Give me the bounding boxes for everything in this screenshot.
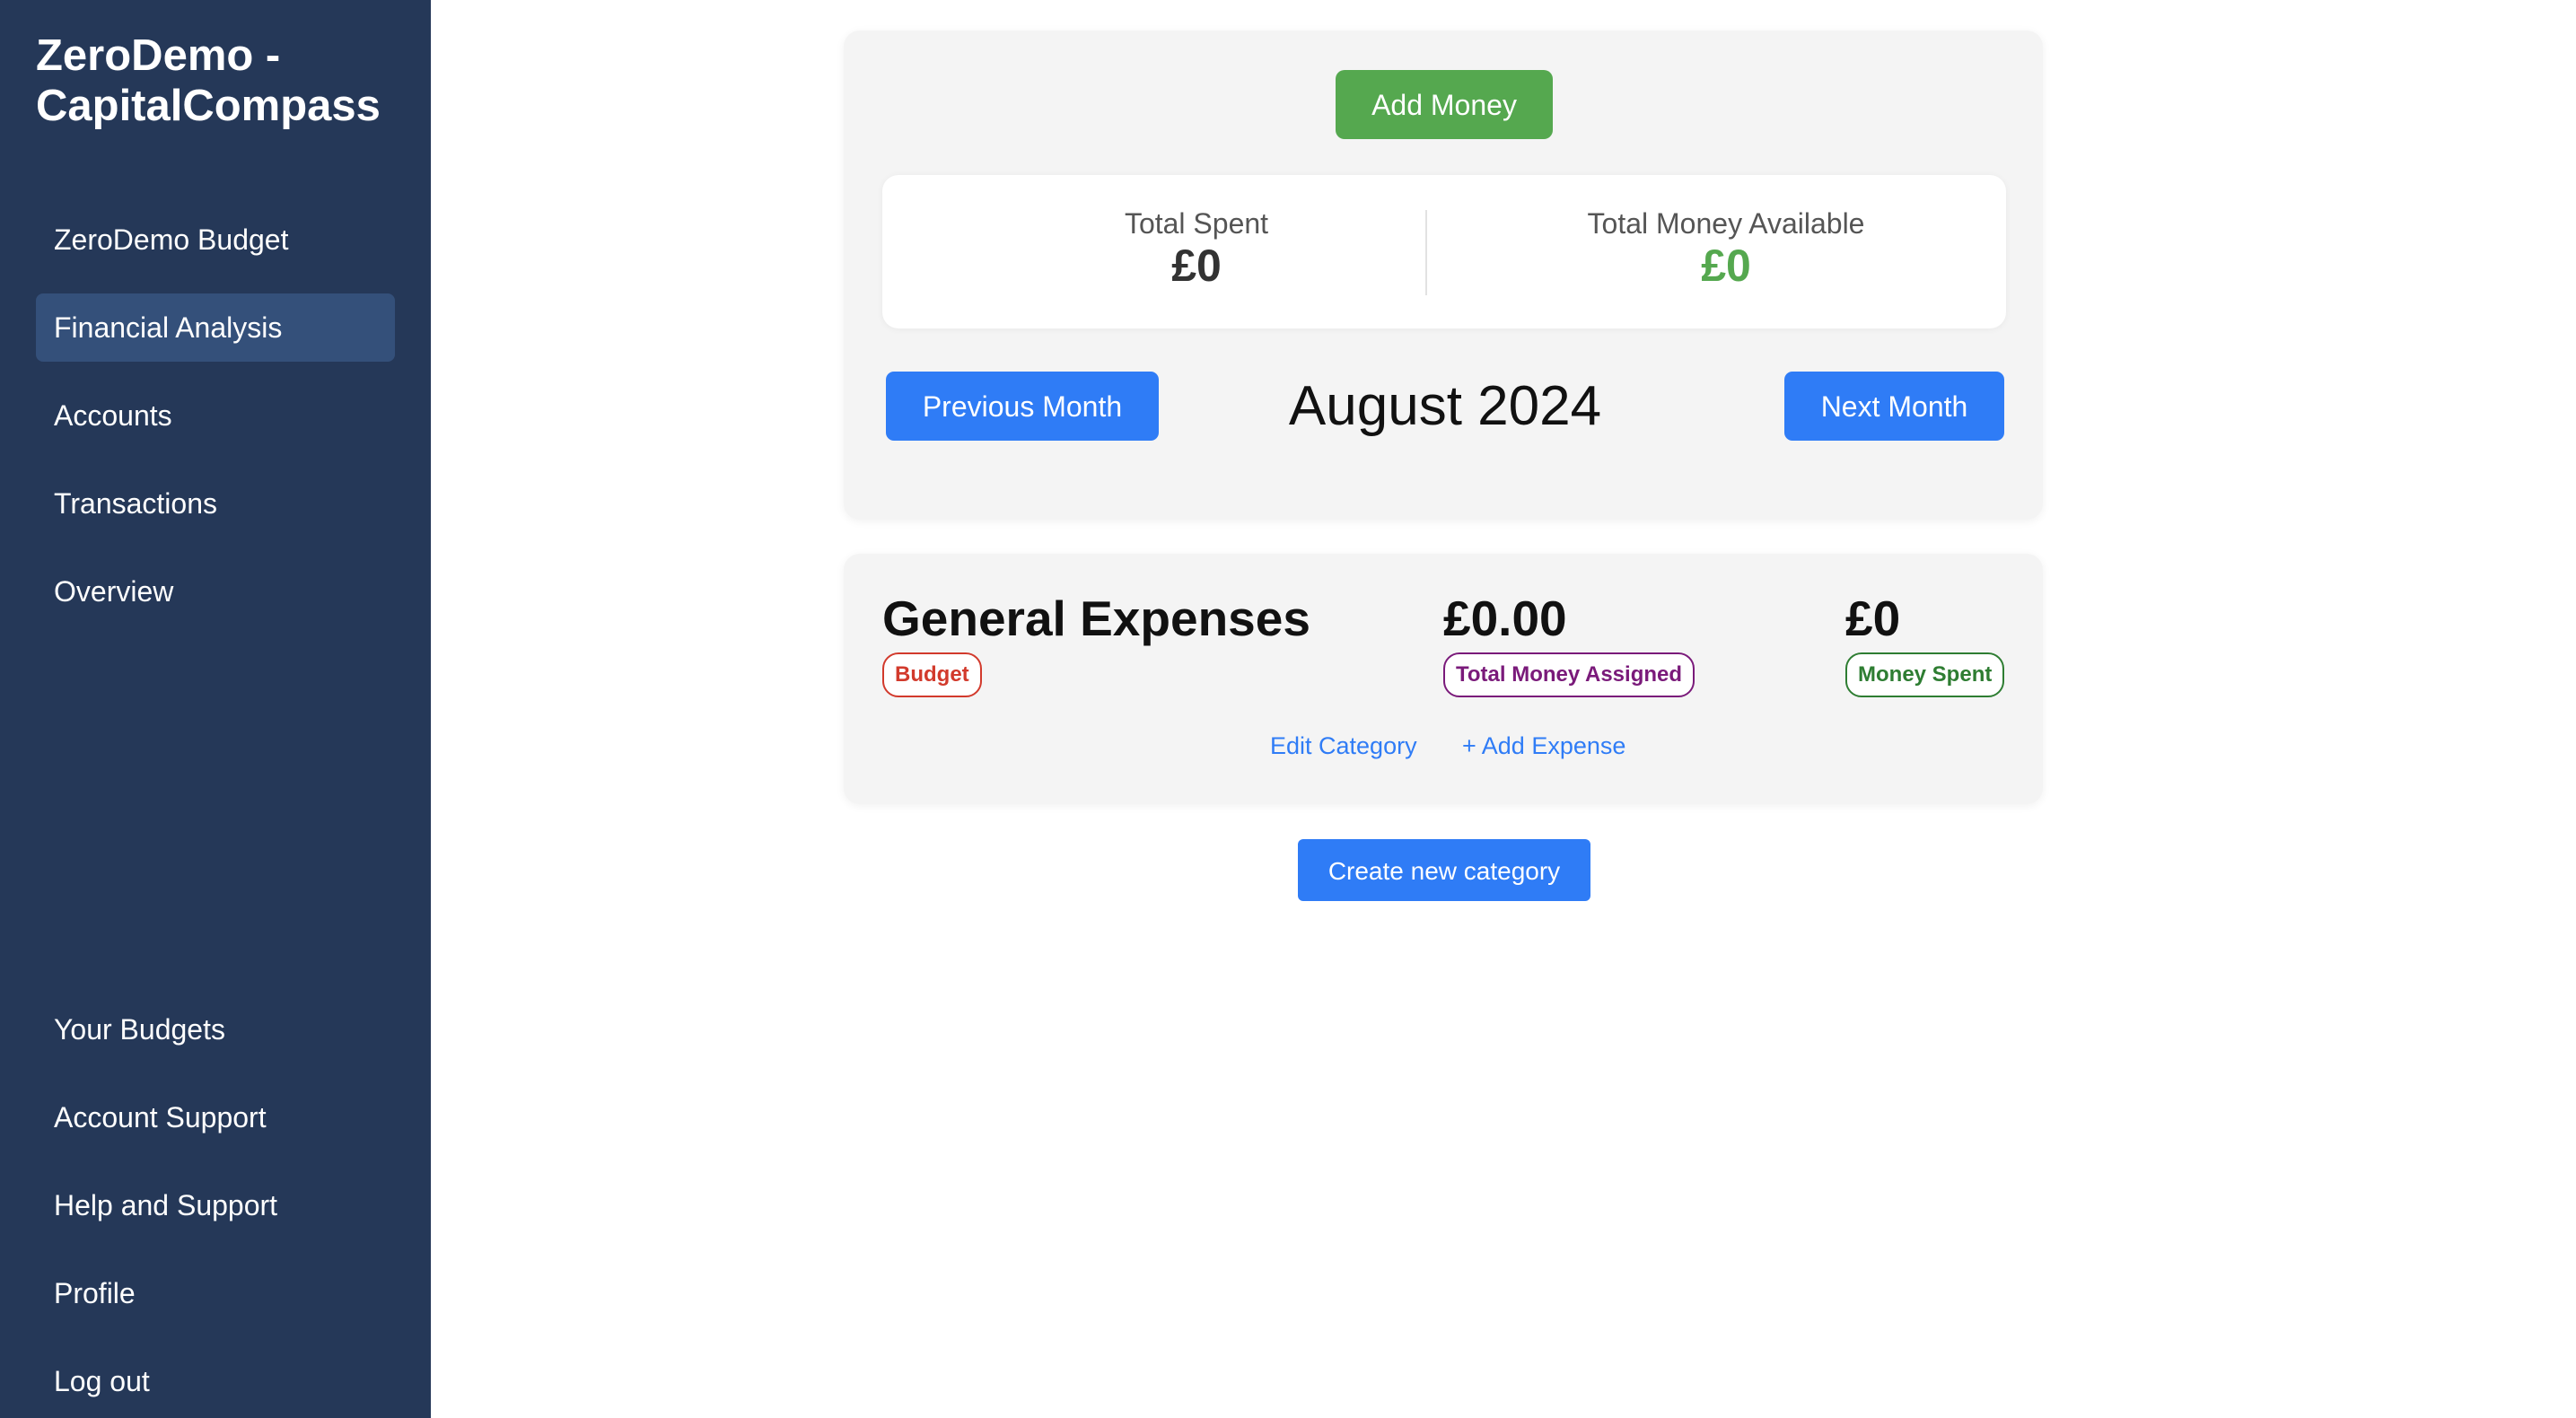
next-month-button[interactable]: Next Month xyxy=(1784,372,2004,441)
add-money-button[interactable]: Add Money xyxy=(1336,70,1553,139)
current-month-title: August 2024 xyxy=(1288,375,1602,437)
budget-summary-card: Add Money Total Spent £0 Total Money Ava… xyxy=(844,31,2043,520)
previous-month-button[interactable]: Previous Month xyxy=(886,372,1159,441)
assigned-badge: Total Money Assigned xyxy=(1443,652,1695,697)
app-brand-title: ZeroDemo - CapitalCompass xyxy=(36,31,381,130)
sidebar-item-log-out[interactable]: Log out xyxy=(36,1347,395,1415)
sidebar-item-overview[interactable]: Overview xyxy=(36,557,395,626)
total-spent-stat: Total Spent £0 xyxy=(1062,206,1331,290)
add-expense-link[interactable]: + Add Expense xyxy=(1462,731,1625,761)
sidebar-item-your-budgets[interactable]: Your Budgets xyxy=(36,995,395,1064)
sidebar-item-transactions[interactable]: Transactions xyxy=(36,469,395,538)
totals-panel: Total Spent £0 Total Money Available £0 xyxy=(882,175,2006,328)
total-spent-value: £0 xyxy=(1171,241,1222,291)
category-name: General Expenses xyxy=(882,591,1310,646)
total-spent-label: Total Spent xyxy=(1124,207,1269,240)
total-available-value: £0 xyxy=(1701,241,1751,291)
sidebar-item-financial-analysis[interactable]: Financial Analysis xyxy=(36,293,395,362)
sidebar-item-zerodemo-budget[interactable]: ZeroDemo Budget xyxy=(36,206,395,274)
sidebar-item-accounts[interactable]: Accounts xyxy=(36,381,395,450)
category-type-badge: Budget xyxy=(882,652,982,697)
sidebar-item-profile[interactable]: Profile xyxy=(36,1259,395,1327)
assigned-amount: £0.00 xyxy=(1443,591,1567,646)
total-available-label: Total Money Available xyxy=(1587,207,1865,240)
spent-amount: £0 xyxy=(1845,591,1901,646)
totals-divider xyxy=(1425,210,1427,295)
total-available-stat: Total Money Available £0 xyxy=(1529,206,1923,290)
category-card: General Expenses Budget £0.00 Total Mone… xyxy=(844,554,2043,804)
sidebar-item-help-and-support[interactable]: Help and Support xyxy=(36,1171,395,1239)
sidebar: ZeroDemo - CapitalCompass ZeroDemo Budge… xyxy=(0,0,431,1418)
spent-badge: Money Spent xyxy=(1845,652,2005,697)
create-category-button[interactable]: Create new category xyxy=(1298,839,1590,901)
sidebar-item-account-support[interactable]: Account Support xyxy=(36,1083,395,1151)
edit-category-link[interactable]: Edit Category xyxy=(1270,731,1417,761)
